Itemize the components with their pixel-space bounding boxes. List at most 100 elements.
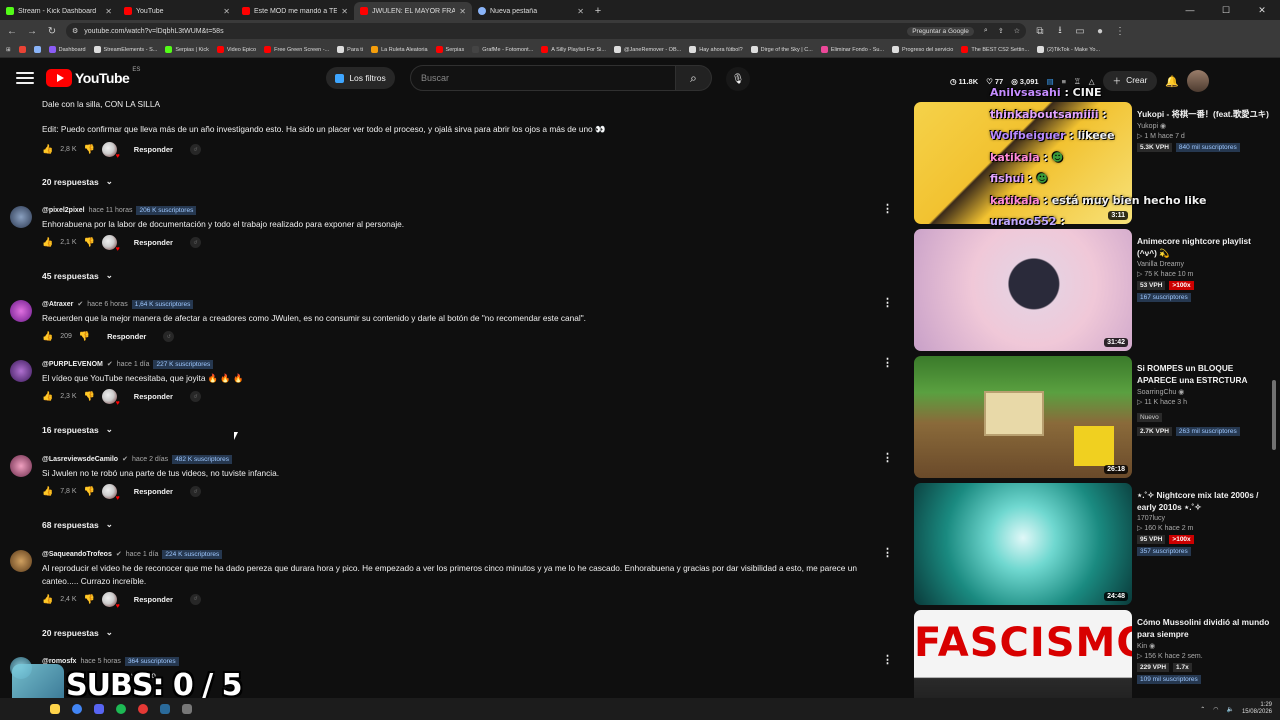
reply-button[interactable]: Responder [107,332,146,341]
video-thumbnail[interactable]: 31:42 [914,229,1132,351]
steam-icon[interactable] [160,704,170,714]
translate-icon[interactable]: ↺ [189,391,201,402]
chevron-up-icon[interactable]: ⌃ [1200,706,1205,713]
bookmark[interactable]: @JaneRemover - OB... [613,46,681,53]
video-title[interactable]: Si ROMPES un BLOQUE APARECE una ESTRCTUR… [1137,362,1270,386]
comment-time[interactable]: hace 2 días [132,456,168,463]
bookmark[interactable]: La Ruleta Aleatoria [371,46,428,53]
filters-button[interactable]: Los filtros [326,67,395,89]
comment-author[interactable]: @pixel2pixel [42,207,85,214]
video-thumbnail[interactable]: FASCISMO [914,610,1132,698]
reply-button[interactable]: Responder [134,238,173,247]
bookmark[interactable]: StreamElements - S... [93,46,157,53]
minimize-button[interactable]: — [1172,0,1208,20]
bookmark[interactable]: Eliminar Fondo - Su... [820,46,884,53]
forward-icon[interactable]: → [26,26,38,37]
bookmark[interactable]: Para ti [337,46,363,53]
hamburger-menu-icon[interactable] [16,72,34,84]
video-title[interactable]: Cómo Mussolini dividió al mundo para sie… [1137,616,1270,640]
tab-youtube[interactable]: YouTube ✕ [118,2,236,20]
share-icon[interactable]: ⇪ [998,27,1004,35]
dislike-icon[interactable]: 👎 [84,237,95,248]
bookmark[interactable]: Serpias [435,46,464,53]
avatar[interactable] [10,360,32,382]
close-icon[interactable]: ✕ [105,7,112,16]
reload-icon[interactable]: ↻ [46,26,58,37]
view-replies-button[interactable]: 20 respuestas ⌄ [42,176,113,187]
reply-button[interactable]: Responder [134,145,173,154]
url-bar[interactable]: ⚙ youtube.com/watch?v=lDqbhL3tWUM&t=58s … [66,23,1026,39]
close-icon[interactable]: ✕ [341,7,348,16]
like-icon[interactable]: 👍 [42,486,53,497]
comment-author[interactable]: @Atraxer [42,301,73,308]
dislike-icon[interactable]: 👎 [84,486,95,497]
ask-google-button[interactable]: Preguntar a Google [907,26,974,36]
window-close-button[interactable]: ✕ [1244,0,1280,20]
translate-icon[interactable]: ↺ [189,144,201,155]
bookmark[interactable]: Hay ahora fútbol? [689,46,743,53]
avatar[interactable] [10,300,32,322]
search-icon[interactable]: ⌕ [676,65,712,91]
spotify-icon[interactable] [116,704,126,714]
comment-author[interactable]: @SaqueandoTrofeos [42,551,112,558]
search-input[interactable]: Buscar [410,65,676,91]
video-thumbnail[interactable]: 26:18 [914,356,1132,478]
like-icon[interactable]: 👍 [42,391,53,402]
extensions-icon[interactable]: ⧉ [1034,26,1046,37]
maximize-button[interactable]: ☐ [1208,0,1244,20]
view-replies-button[interactable]: 16 respuestas ⌄ [42,424,113,435]
avatar[interactable] [10,550,32,572]
translate-icon[interactable]: ↺ [189,486,201,497]
bookmark[interactable]: Serpias | Kick [165,46,209,53]
new-tab-button[interactable]: + [590,2,606,20]
recommended-video[interactable]: 31:42 Animecore nightcore playlist (^ν^)… [914,229,1270,351]
bookmark-star-icon[interactable]: ☆ [1014,27,1020,35]
dislike-icon[interactable]: 👎 [79,331,90,342]
reply-button[interactable]: Responder [134,392,173,401]
bookmark[interactable]: Dirge of the Sky | C... [750,46,813,53]
obs-icon[interactable] [138,704,148,714]
like-icon[interactable]: 👍 [42,594,53,605]
download-icon[interactable]: ⭳ [1054,23,1066,40]
bookmark[interactable]: Video Epico [216,46,256,53]
tab-new-tab[interactable]: Nueva pestaña ✕ [472,2,590,20]
tab-mod-video[interactable]: Este MOD me mandó a TERAPIA✕ [236,2,354,20]
video-thumbnail[interactable]: 24:48 [914,483,1132,605]
view-replies-button[interactable]: 20 respuestas ⌄ [42,627,113,638]
dislike-icon[interactable]: 👎 [84,144,95,155]
video-title[interactable]: Animecore nightcore playlist (^ν^) 💫 [1137,235,1270,259]
site-info-icon[interactable]: ⚙ [72,27,78,35]
back-icon[interactable]: ← [6,26,18,37]
comment-author[interactable]: @PURPLEVENOM [42,361,103,368]
apps-icon[interactable]: ⊞ [6,47,11,53]
dislike-icon[interactable]: 👎 [84,594,95,605]
file-explorer-icon[interactable] [50,704,60,714]
close-icon[interactable]: ✕ [577,7,584,16]
chrome-icon[interactable] [72,704,82,714]
sidebar-scrollbar[interactable] [1272,380,1276,450]
youtube-logo[interactable]: YouTube ES [46,67,140,87]
profile-icon[interactable]: ● [1094,26,1106,37]
sidepanel-icon[interactable]: ▭ [1074,26,1086,37]
bookmark[interactable]: A Silly Playlist For Si... [541,46,606,53]
zoom-icon[interactable]: ⌕ [984,27,988,35]
bookmark[interactable]: Free Green Screen -... [264,46,329,53]
bookmark[interactable]: (2)TikTok - Make Yo... [1037,46,1100,53]
reply-button[interactable]: Responder [134,487,173,496]
discord-icon[interactable] [94,704,104,714]
bookmark[interactable]: The BEST CS2 Settin... [961,46,1029,53]
volume-icon[interactable]: 🔈 [1226,706,1233,713]
video-title[interactable]: ⋆.˚✧ Nightcore mix late 2000s / early 20… [1137,489,1270,513]
bookmark[interactable]: Progreso del servicio [892,46,953,53]
view-replies-button[interactable]: 45 respuestas ⌄ [42,270,113,281]
like-icon[interactable]: 👍 [42,144,53,155]
like-icon[interactable]: 👍 [42,237,53,248]
bookmark[interactable]: Dashboard [48,46,86,53]
like-icon[interactable]: 👍 [42,331,53,342]
url-text[interactable]: youtube.com/watch?v=lDqbhL3tWUM&t=58s [84,28,223,35]
translate-icon[interactable]: ↺ [189,237,201,248]
comment-time[interactable]: hace 1 día [126,551,159,558]
reply-button[interactable]: Responder [134,595,173,604]
tab-kick[interactable]: Stream - Kick Dashboard ✕ [0,2,118,20]
close-icon[interactable]: ✕ [459,7,466,16]
